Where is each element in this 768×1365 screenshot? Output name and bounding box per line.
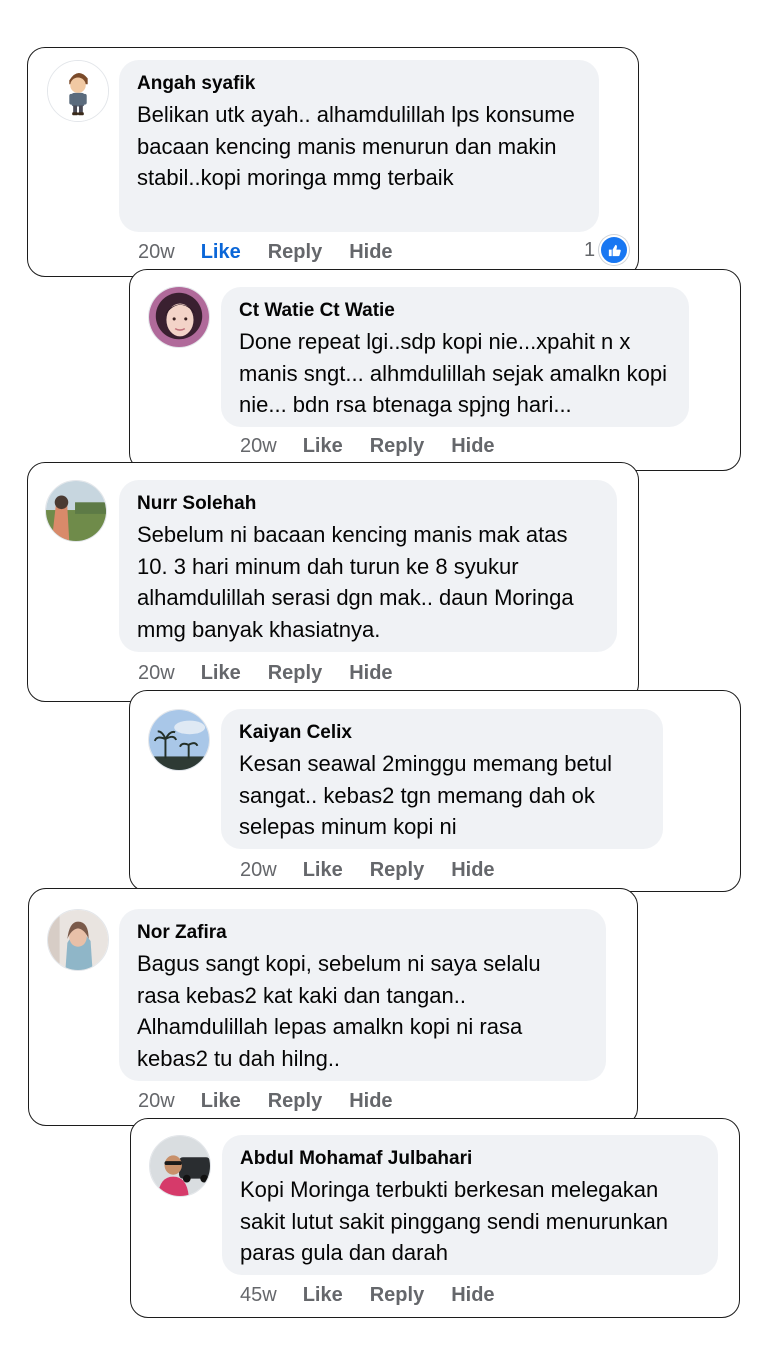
comment-time[interactable]: 20w xyxy=(138,662,175,685)
comment-card: Nor Zafira Bagus sangt kopi, sebelum ni … xyxy=(28,888,638,1126)
avatar[interactable] xyxy=(47,60,109,122)
woman-portrait-icon xyxy=(149,287,209,347)
comment-bubble: Abdul Mohamaf Julbahari Kopi Moringa ter… xyxy=(222,1135,718,1275)
reply-button[interactable]: Reply xyxy=(268,241,322,264)
commenter-name[interactable]: Nor Zafira xyxy=(137,920,588,946)
commenter-name[interactable]: Ct Watie Ct Watie xyxy=(239,298,671,324)
commenter-name[interactable]: Angah syafik xyxy=(137,71,581,97)
reply-button[interactable]: Reply xyxy=(370,1284,424,1307)
commenter-name[interactable]: Abdul Mohamaf Julbahari xyxy=(240,1146,700,1172)
comment-time[interactable]: 20w xyxy=(240,435,277,458)
reply-button[interactable]: Reply xyxy=(268,662,322,685)
reaction-summary[interactable]: 1 xyxy=(584,235,630,265)
comment-actions: 20w Like Reply Hide xyxy=(240,431,522,461)
comment-text: Sebelum ni bacaan kencing manis mak atas… xyxy=(137,522,574,642)
avatar[interactable] xyxy=(45,480,107,542)
reaction-count: 1 xyxy=(584,238,596,261)
like-button[interactable]: Like xyxy=(201,662,241,685)
avatar[interactable] xyxy=(47,909,109,971)
comment-bubble: Ct Watie Ct Watie Done repeat lgi..sdp k… xyxy=(221,287,689,427)
like-thumb-icon xyxy=(599,235,630,265)
comment-bubble: Angah syafik Belikan utk ayah.. alhamdul… xyxy=(119,60,599,232)
avatar[interactable] xyxy=(148,709,210,771)
comment-card: Abdul Mohamaf Julbahari Kopi Moringa ter… xyxy=(130,1118,740,1318)
like-button[interactable]: Like xyxy=(303,1284,343,1307)
hide-button[interactable]: Hide xyxy=(451,859,494,882)
like-button[interactable]: Like xyxy=(303,859,343,882)
comment-bubble: Nor Zafira Bagus sangt kopi, sebelum ni … xyxy=(119,909,606,1081)
comment-card: Ct Watie Ct Watie Done repeat lgi..sdp k… xyxy=(129,269,741,471)
comment-actions: 45w Like Reply Hide xyxy=(240,1280,522,1310)
hijab-woman-icon xyxy=(48,910,108,970)
comment-time[interactable]: 20w xyxy=(138,241,175,264)
comment-text: Kopi Moringa terbukti berkesan melegakan… xyxy=(240,1177,669,1265)
comment-card: Angah syafik Belikan utk ayah.. alhamdul… xyxy=(27,47,639,277)
comment-card: Kaiyan Celix Kesan seawal 2minggu memang… xyxy=(129,690,741,892)
hide-button[interactable]: Hide xyxy=(349,662,392,685)
avatar[interactable] xyxy=(148,286,210,348)
comment-time[interactable]: 45w xyxy=(240,1284,277,1307)
like-button[interactable]: Like xyxy=(201,241,241,264)
comment-actions: 20w Like Reply Hide xyxy=(138,1086,420,1116)
reply-button[interactable]: Reply xyxy=(268,1090,322,1113)
commenter-name[interactable]: Nurr Solehah xyxy=(137,491,599,517)
comment-time[interactable]: 20w xyxy=(138,1090,175,1113)
comment-time[interactable]: 20w xyxy=(240,859,277,882)
comment-text: Kesan seawal 2minggu memang betul sangat… xyxy=(239,751,613,839)
comment-text: Bagus sangt kopi, sebelum ni saya selalu… xyxy=(137,951,541,1071)
reply-button[interactable]: Reply xyxy=(370,859,424,882)
avatar[interactable] xyxy=(149,1135,211,1197)
comment-text: Belikan utk ayah.. alhamdulillah lps kon… xyxy=(137,102,575,190)
comment-bubble: Nurr Solehah Sebelum ni bacaan kencing m… xyxy=(119,480,617,652)
sky-palm-trees-icon xyxy=(149,710,209,770)
comment-card: Nurr Solehah Sebelum ni bacaan kencing m… xyxy=(27,462,639,702)
hide-button[interactable]: Hide xyxy=(451,435,494,458)
comment-text: Done repeat lgi..sdp kopi nie...xpahit n… xyxy=(239,329,667,417)
hide-button[interactable]: Hide xyxy=(451,1284,494,1307)
like-button[interactable]: Like xyxy=(201,1090,241,1113)
hide-button[interactable]: Hide xyxy=(349,241,392,264)
reply-button[interactable]: Reply xyxy=(370,435,424,458)
comment-actions: 20w Like Reply Hide xyxy=(138,658,420,688)
like-button[interactable]: Like xyxy=(303,435,343,458)
cartoon-boy-icon xyxy=(48,61,108,121)
man-with-car-icon xyxy=(150,1136,210,1196)
outdoor-field-icon xyxy=(46,481,106,541)
comment-actions: 20w Like Reply Hide xyxy=(240,855,522,885)
hide-button[interactable]: Hide xyxy=(349,1090,392,1113)
commenter-name[interactable]: Kaiyan Celix xyxy=(239,720,645,746)
comment-bubble: Kaiyan Celix Kesan seawal 2minggu memang… xyxy=(221,709,663,849)
comment-actions: 20w Like Reply Hide xyxy=(138,237,420,267)
